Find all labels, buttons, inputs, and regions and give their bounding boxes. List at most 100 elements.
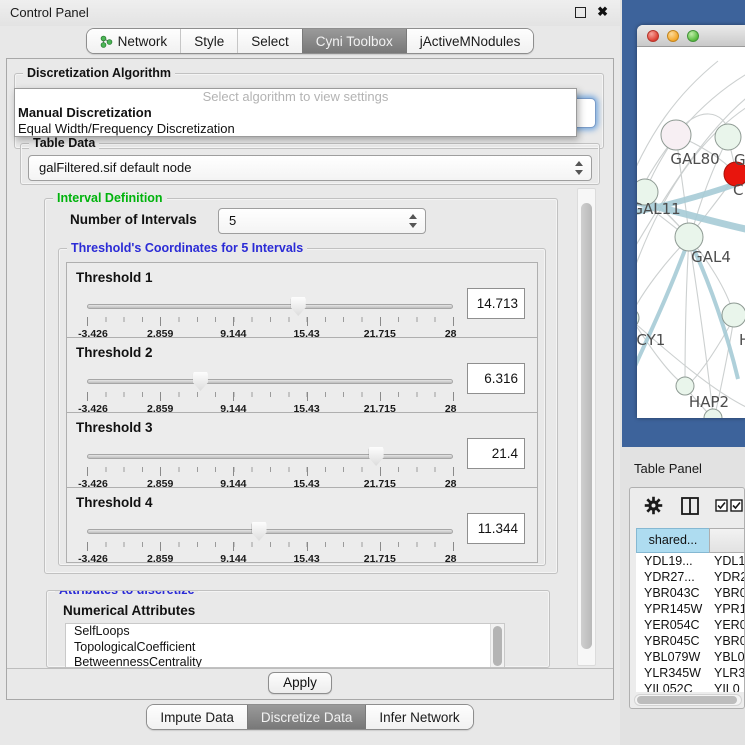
threshold-panel: Threshold 2 -3.426 2.859 9.144 15.43 21.… <box>66 337 538 413</box>
scrollbar-thumb[interactable] <box>493 626 502 666</box>
tab-infer-network[interactable]: Infer Network <box>365 705 472 729</box>
node-label: HAP2 <box>689 393 729 411</box>
table-cell[interactable]: YDL1 <box>710 553 745 569</box>
tab-label: Network <box>118 34 168 49</box>
threshold-slider[interactable]: -3.426 2.859 9.144 15.43 21.715 28 <box>87 522 453 562</box>
number-of-intervals-combobox[interactable]: 5 <box>218 208 426 234</box>
threshold-value-box[interactable]: 11.344 <box>467 513 525 544</box>
table-row[interactable]: YPR145W YPR1 <box>636 601 745 617</box>
attribute-list-item[interactable]: BetweennessCentrality <box>66 655 504 668</box>
slider-major-tick <box>87 467 88 476</box>
attribute-list-item[interactable]: SelfLoops <box>66 624 504 640</box>
panel-divider <box>7 668 613 669</box>
table-cell[interactable]: YIL052C <box>636 681 710 692</box>
threshold-slider[interactable]: -3.426 2.859 9.144 15.43 21.715 28 <box>87 447 453 487</box>
table-cell[interactable]: YBR0 <box>710 633 745 649</box>
slider-track[interactable] <box>87 454 453 459</box>
threshold-slider[interactable]: -3.426 2.859 9.144 15.43 21.715 28 <box>87 297 453 337</box>
table-data-combobox[interactable]: galFiltered.sif default node <box>28 155 592 181</box>
slider-handle[interactable] <box>193 372 208 391</box>
table-cell[interactable]: YBR045C <box>636 633 710 649</box>
slider-major-tick <box>233 317 234 326</box>
numerical-attributes-list[interactable]: SelfLoopsTopologicalCoefficientBetweenne… <box>65 623 505 668</box>
attributes-group: Attributes to discretize Numerical Attri… <box>46 590 550 668</box>
dropdown-placeholder-option[interactable]: Select algorithm to view settings <box>15 89 576 105</box>
table-cell[interactable]: YDR2 <box>710 569 745 585</box>
number-of-intervals-value: 5 <box>229 213 236 228</box>
scrollbar-thumb[interactable] <box>581 203 592 649</box>
minimize-traffic-light-icon[interactable] <box>667 30 679 42</box>
slider-major-tick <box>160 542 161 551</box>
tab-discretize-data[interactable]: Discretize Data <box>247 705 366 729</box>
tab-jactivemnodules[interactable]: jActiveMNodules <box>406 29 534 53</box>
table-cell[interactable]: YDR27... <box>636 569 710 585</box>
tab-cyni-toolbox[interactable]: Cyni Toolbox <box>302 29 406 53</box>
checkbox-icon[interactable] <box>730 499 743 512</box>
scrollbar-thumb[interactable] <box>637 696 737 704</box>
table-cell[interactable]: YLR345W <box>636 665 710 681</box>
tab-select[interactable]: Select <box>237 29 302 53</box>
table-cell[interactable]: YBR0 <box>710 585 745 601</box>
dropdown-option-equal-width[interactable]: Equal Width/Frequency Discretization <box>15 121 576 137</box>
network-canvas[interactable]: GAL80 GA C GAL11 GAL4 GCY1 H HAP2 <box>637 47 745 418</box>
table-cell[interactable]: YBR043C <box>636 585 710 601</box>
table-cell[interactable]: YIL0 <box>710 681 745 692</box>
zoom-traffic-light-icon[interactable] <box>687 30 699 42</box>
table-row[interactable]: YDL19... YDL1 <box>636 553 745 569</box>
table-cell[interactable]: YER054C <box>636 617 710 633</box>
table-cell[interactable]: YER0 <box>710 617 745 633</box>
close-icon[interactable]: ✖ <box>597 4 608 20</box>
dropdown-option-manual[interactable]: Manual Discretization <box>15 105 576 121</box>
threshold-value-box[interactable]: 14.713 <box>467 288 525 319</box>
table-cell[interactable]: YPR1 <box>710 601 745 617</box>
node-label: GA <box>734 151 745 169</box>
table-cell[interactable]: YBL0 <box>710 649 745 665</box>
table-row[interactable]: YBR045C YBR0 <box>636 633 745 649</box>
attribute-list-item[interactable]: TopologicalCoefficient <box>66 640 504 656</box>
tab-impute-data[interactable]: Impute Data <box>147 705 247 729</box>
slider-major-tick <box>160 392 161 401</box>
split-columns-icon[interactable] <box>680 496 700 516</box>
slider-handle[interactable] <box>252 522 267 541</box>
node-h <box>722 303 745 327</box>
threshold-value-box[interactable]: 6.316 <box>467 363 525 394</box>
table-horizontal-scrollbar[interactable] <box>634 694 742 706</box>
group-title: Interval Definition <box>53 191 167 205</box>
table-row[interactable]: YLR345W YLR3 <box>636 665 745 681</box>
tab-label: Cyni Toolbox <box>316 34 393 49</box>
tab-network[interactable]: Network <box>87 29 181 53</box>
table-row[interactable]: YDR27... YDR2 <box>636 569 745 585</box>
float-window-icon[interactable] <box>575 7 586 18</box>
threshold-value-box[interactable]: 21.4 <box>467 438 525 469</box>
network-view-window: GAL80 GA C GAL11 GAL4 GCY1 H HAP2 <box>637 25 745 418</box>
table-row[interactable]: YBL079W YBL0 <box>636 649 745 665</box>
tick-label: 21.715 <box>364 553 396 565</box>
table-row[interactable]: YER054C YER0 <box>636 617 745 633</box>
table-cell[interactable]: YPR145W <box>636 601 710 617</box>
table-row[interactable]: YIL052C YIL0 <box>636 681 745 692</box>
network-icon <box>100 35 113 48</box>
column-header-shared-name[interactable]: shared... <box>636 528 710 553</box>
slider-track[interactable] <box>87 379 453 384</box>
column-header-name[interactable]: na <box>709 528 745 553</box>
gear-icon[interactable] <box>644 496 663 515</box>
list-scrollbar[interactable] <box>490 624 504 668</box>
bottom-tabbar: Impute Data Discretize Data Infer Networ… <box>0 704 620 730</box>
slider-handle[interactable] <box>291 297 306 316</box>
settings-vertical-scrollbar[interactable] <box>577 188 596 666</box>
table-row[interactable]: YBR043C YBR0 <box>636 585 745 601</box>
table-cell[interactable]: YBL079W <box>636 649 710 665</box>
group-title: Discretization Algorithm <box>23 66 175 80</box>
threshold-slider[interactable]: -3.426 2.859 9.144 15.43 21.715 28 <box>87 372 453 412</box>
tab-style[interactable]: Style <box>180 29 237 53</box>
slider-minor-ticks <box>87 467 453 472</box>
slider-track[interactable] <box>87 529 453 534</box>
slider-handle[interactable] <box>369 447 384 466</box>
apply-button[interactable]: Apply <box>268 672 332 694</box>
slider-track[interactable] <box>87 304 453 309</box>
checkbox-icon[interactable] <box>715 499 728 512</box>
table-cell[interactable]: YDL19... <box>636 553 710 569</box>
table-cell[interactable]: YLR3 <box>710 665 745 681</box>
close-traffic-light-icon[interactable] <box>647 30 659 42</box>
node-label: C <box>733 181 743 199</box>
